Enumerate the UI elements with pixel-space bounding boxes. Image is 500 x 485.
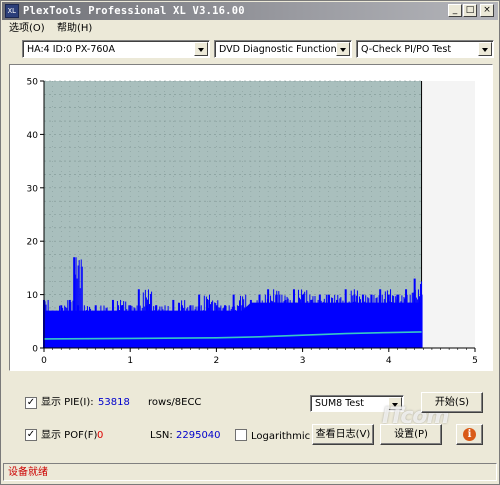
- y-tick-label: 30: [27, 184, 39, 194]
- chevron-down-icon[interactable]: [478, 42, 492, 56]
- lsn-value: 2295040: [176, 430, 221, 441]
- status-text: 设备就绪: [8, 467, 48, 478]
- chart-panel: 0 10 20 30 40 50 0 1 2 3 4 5: [9, 64, 493, 371]
- y-tick-label: 40: [27, 131, 39, 141]
- minimize-icon[interactable]: _: [448, 4, 462, 17]
- maximize-icon[interactable]: □: [463, 4, 477, 17]
- show-pof-label: 显示 POF(F): [41, 430, 98, 441]
- info-icon: i: [463, 428, 476, 441]
- app-icon: XL: [5, 4, 19, 18]
- pie-count-value: 53818: [98, 397, 130, 408]
- sum-test-value: SUM8 Test: [315, 398, 364, 409]
- y-tick-label: 0: [32, 345, 38, 355]
- status-bar: 设备就绪: [3, 463, 497, 481]
- x-tick-label: 1: [127, 356, 133, 366]
- main-window: XL PlexTools Professional XL V3.16.00 _ …: [0, 0, 500, 485]
- logarithmic-checkbox[interactable]: [235, 429, 247, 441]
- window-title: PlexTools Professional XL V3.16.00: [23, 5, 245, 17]
- test-select-value: Q-Check PI/PO Test: [361, 44, 452, 55]
- pof-count-value: 0: [97, 430, 104, 441]
- lsn-label: LSN:: [150, 430, 173, 441]
- menu-options[interactable]: 选项(O): [9, 22, 45, 36]
- y-tick-label: 50: [27, 78, 39, 88]
- view-log-button[interactable]: 查看日志(V): [312, 424, 374, 445]
- drive-select[interactable]: HA:4 ID:0 PX-760A: [22, 40, 210, 58]
- menu-bar: 选项(O) 帮助(H): [2, 20, 498, 37]
- settings-button[interactable]: 设置(P): [380, 424, 442, 445]
- logarithmic-label: Logarithmic: [251, 431, 311, 442]
- x-tick-label: 0: [41, 356, 47, 366]
- x-tick-label: 2: [214, 356, 220, 366]
- function-select-value: DVD Diagnostic Functions: [219, 44, 342, 55]
- chevron-down-icon[interactable]: [194, 42, 208, 56]
- show-pof-checkbox[interactable]: ✓: [25, 429, 37, 441]
- x-tick-label: 4: [386, 356, 392, 366]
- test-select[interactable]: Q-Check PI/PO Test: [356, 40, 494, 58]
- drive-select-value: HA:4 ID:0 PX-760A: [27, 44, 115, 55]
- function-select[interactable]: DVD Diagnostic Functions: [214, 40, 352, 58]
- start-button[interactable]: 开始(S): [421, 392, 483, 413]
- chevron-down-icon[interactable]: [336, 42, 350, 56]
- title-bar: XL PlexTools Professional XL V3.16.00 _ …: [2, 2, 498, 20]
- menu-help[interactable]: 帮助(H): [57, 22, 92, 36]
- pie-unit-label: rows/8ECC: [148, 397, 202, 408]
- x-tick-label: 5: [472, 356, 478, 366]
- unused-region: [421, 81, 475, 348]
- show-pie-label: 显示 PIE(I):: [41, 397, 94, 408]
- x-tick-label: 3: [300, 356, 306, 366]
- close-icon[interactable]: ×: [480, 4, 494, 17]
- y-tick-label: 20: [27, 238, 39, 248]
- y-tick-label: 10: [27, 291, 39, 301]
- show-pie-checkbox[interactable]: ✓: [25, 397, 37, 409]
- pi-po-chart: 0 10 20 30 40 50 0 1 2 3 4 5: [27, 78, 478, 367]
- info-button[interactable]: i: [456, 424, 483, 445]
